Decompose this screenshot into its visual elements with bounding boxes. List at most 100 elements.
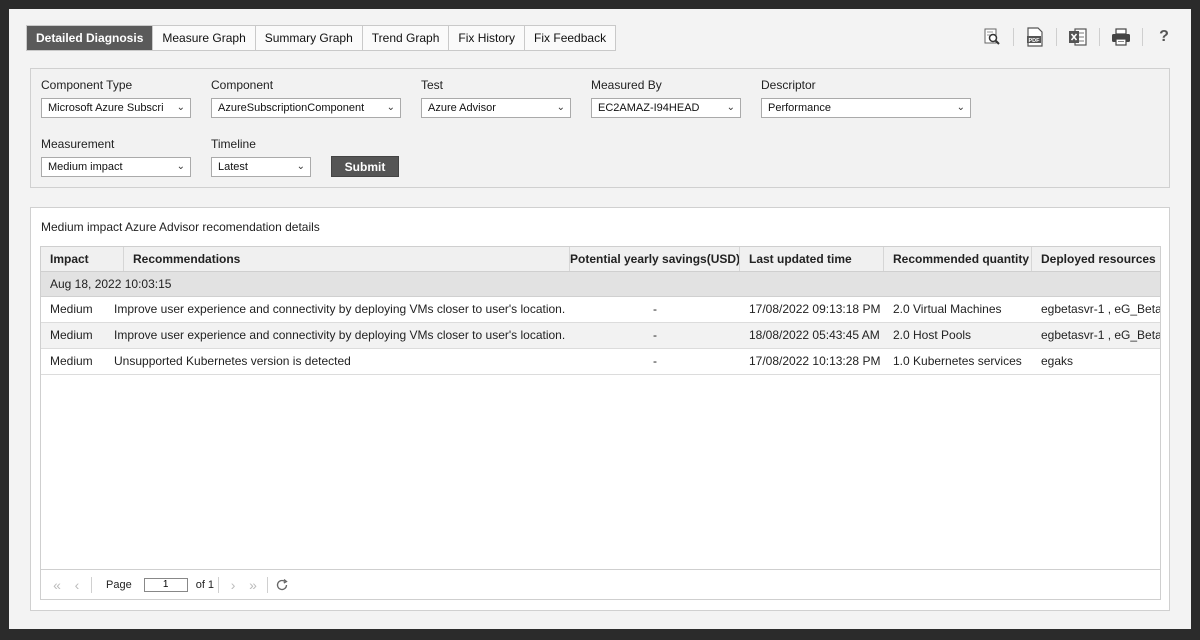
results-panel: Medium impact Azure Advisor recomendatio… bbox=[30, 207, 1170, 611]
column-header-savings[interactable]: Potential yearly savings(USD) bbox=[570, 247, 740, 271]
component-type-label: Component Type bbox=[41, 78, 133, 92]
component-label: Component bbox=[211, 78, 274, 92]
measured-by-select[interactable]: EC2AMAZ-I94HEAD ⌄ bbox=[591, 98, 741, 118]
page-body: Detailed Diagnosis Measure Graph Summary… bbox=[9, 9, 1191, 620]
tab-bar: Detailed Diagnosis Measure Graph Summary… bbox=[26, 25, 617, 51]
component-field: Component AzureSubscriptionComponent ⌄ bbox=[211, 78, 401, 118]
chevron-down-icon: ⌄ bbox=[386, 102, 395, 113]
cell-deployed-resources: egbetasvr-1 , eG_Beta bbox=[1041, 302, 1160, 316]
column-header-recommendations[interactable]: Recommendations bbox=[124, 247, 570, 271]
cell-impact: Medium bbox=[50, 328, 93, 342]
chevron-down-icon: ⌄ bbox=[296, 161, 305, 172]
cell-recommendation: Improve user experience and connectivity… bbox=[114, 302, 566, 316]
pdf-label: PDF bbox=[1029, 38, 1041, 44]
tab-fix-feedback[interactable]: Fix Feedback bbox=[525, 26, 615, 50]
cell-deployed-resources: egaks bbox=[1041, 354, 1074, 368]
test-select[interactable]: Azure Advisor ⌄ bbox=[421, 98, 571, 118]
component-type-value: Microsoft Azure Subscri bbox=[48, 102, 164, 114]
timeline-field: Timeline Latest ⌄ bbox=[211, 137, 311, 177]
tab-fix-history[interactable]: Fix History bbox=[449, 26, 526, 50]
cell-quantity: 2.0 Host Pools bbox=[893, 328, 972, 342]
next-page-icon[interactable]: › bbox=[223, 575, 243, 595]
cell-recommendation: Improve user experience and connectivity… bbox=[114, 328, 566, 342]
cell-deployed-resources: egbetasvr-1 , eG_Beta bbox=[1041, 328, 1160, 342]
test-field: Test Azure Advisor ⌄ bbox=[421, 78, 571, 118]
test-label: Test bbox=[421, 78, 444, 92]
table-row[interactable]: Medium Improve user experience and conne… bbox=[41, 297, 1160, 323]
cell-savings: - bbox=[653, 354, 657, 368]
column-header-recommended-quantity[interactable]: Recommended quantity bbox=[884, 247, 1032, 271]
descriptor-select[interactable]: Performance ⌄ bbox=[761, 98, 971, 118]
table-row[interactable]: Medium Unsupported Kubernetes version is… bbox=[41, 349, 1160, 375]
cell-impact: Medium bbox=[50, 354, 93, 368]
chevron-down-icon: ⌄ bbox=[556, 102, 565, 113]
cell-quantity: 1.0 Kubernetes services bbox=[893, 354, 1022, 368]
measurement-select[interactable]: Medium impact ⌄ bbox=[41, 157, 191, 177]
toolbar-divider bbox=[1099, 28, 1100, 46]
print-icon[interactable] bbox=[1110, 27, 1132, 47]
results-table: Impact Recommendations Potential yearly … bbox=[40, 246, 1161, 600]
pager-divider bbox=[267, 576, 269, 593]
results-title: Medium impact Azure Advisor recomendatio… bbox=[41, 220, 320, 234]
cell-quantity: 2.0 Virtual Machines bbox=[893, 302, 1002, 316]
toolbar: PDF ? bbox=[971, 27, 1175, 47]
filter-panel: Component Type Microsoft Azure Subscri ⌄… bbox=[30, 68, 1170, 188]
measured-by-field: Measured By EC2AMAZ-I94HEAD ⌄ bbox=[591, 78, 741, 118]
tab-summary-graph[interactable]: Summary Graph bbox=[256, 26, 363, 50]
component-type-field: Component Type Microsoft Azure Subscri ⌄ bbox=[41, 78, 191, 118]
component-type-select[interactable]: Microsoft Azure Subscri ⌄ bbox=[41, 98, 191, 118]
chevron-down-icon: ⌄ bbox=[176, 161, 185, 172]
measurement-field: Measurement Medium impact ⌄ bbox=[41, 137, 191, 177]
pager-divider bbox=[218, 576, 220, 593]
component-select[interactable]: AzureSubscriptionComponent ⌄ bbox=[211, 98, 401, 118]
timeline-label: Timeline bbox=[211, 137, 256, 151]
column-header-last-updated[interactable]: Last updated time bbox=[740, 247, 884, 271]
group-row[interactable]: Aug 18, 2022 10:03:15 bbox=[41, 272, 1160, 297]
cell-impact: Medium bbox=[50, 302, 93, 316]
chevron-down-icon: ⌄ bbox=[726, 102, 735, 113]
cell-savings: - bbox=[653, 302, 657, 316]
measurement-value: Medium impact bbox=[48, 161, 123, 173]
pagination-bar: « ‹ Page of 1 › » bbox=[41, 569, 1160, 599]
last-page-icon[interactable]: » bbox=[243, 575, 263, 595]
column-header-impact[interactable]: Impact bbox=[41, 247, 124, 271]
toolbar-divider bbox=[1013, 28, 1014, 46]
test-value: Azure Advisor bbox=[428, 102, 496, 114]
submit-button[interactable]: Submit bbox=[331, 156, 399, 177]
cell-last-updated: 17/08/2022 10:13:28 PM bbox=[749, 354, 881, 368]
pager-divider bbox=[91, 576, 92, 593]
measured-by-value: EC2AMAZ-I94HEAD bbox=[598, 102, 700, 114]
cell-last-updated: 17/08/2022 09:13:18 PM bbox=[749, 302, 881, 316]
excel-icon[interactable] bbox=[1067, 27, 1089, 47]
refresh-icon[interactable] bbox=[272, 575, 292, 595]
search-icon[interactable] bbox=[981, 27, 1003, 47]
page-number-input[interactable] bbox=[143, 577, 188, 592]
prev-page-icon[interactable]: ‹ bbox=[67, 575, 87, 595]
measured-by-label: Measured By bbox=[591, 78, 662, 92]
measurement-label: Measurement bbox=[41, 137, 115, 151]
descriptor-label: Descriptor bbox=[761, 78, 816, 92]
cell-last-updated: 18/08/2022 05:43:45 AM bbox=[749, 328, 880, 342]
page-count-label: of 1 bbox=[195, 578, 215, 591]
tab-trend-graph[interactable]: Trend Graph bbox=[363, 26, 450, 50]
cell-savings: - bbox=[653, 328, 657, 342]
toolbar-divider bbox=[1056, 28, 1057, 46]
help-icon[interactable]: ? bbox=[1153, 27, 1175, 47]
table-row[interactable]: Medium Improve user experience and conne… bbox=[41, 323, 1160, 349]
cell-recommendation: Unsupported Kubernetes version is detect… bbox=[114, 354, 351, 368]
timeline-select[interactable]: Latest ⌄ bbox=[211, 157, 311, 177]
descriptor-value: Performance bbox=[768, 102, 831, 114]
component-value: AzureSubscriptionComponent bbox=[218, 102, 365, 114]
first-page-icon[interactable]: « bbox=[47, 575, 67, 595]
page-label: Page bbox=[106, 578, 132, 591]
timeline-value: Latest bbox=[218, 161, 248, 173]
chevron-down-icon: ⌄ bbox=[956, 102, 965, 113]
column-header-deployed-resources[interactable]: Deployed resources bbox=[1032, 247, 1160, 271]
toolbar-divider bbox=[1142, 28, 1143, 46]
chevron-down-icon: ⌄ bbox=[176, 102, 185, 113]
tab-measure-graph[interactable]: Measure Graph bbox=[153, 26, 256, 50]
pdf-icon[interactable]: PDF bbox=[1024, 27, 1046, 47]
descriptor-field: Descriptor Performance ⌄ bbox=[761, 78, 971, 118]
tab-detailed-diagnosis[interactable]: Detailed Diagnosis bbox=[27, 26, 154, 50]
table-header: Impact Recommendations Potential yearly … bbox=[41, 247, 1160, 272]
